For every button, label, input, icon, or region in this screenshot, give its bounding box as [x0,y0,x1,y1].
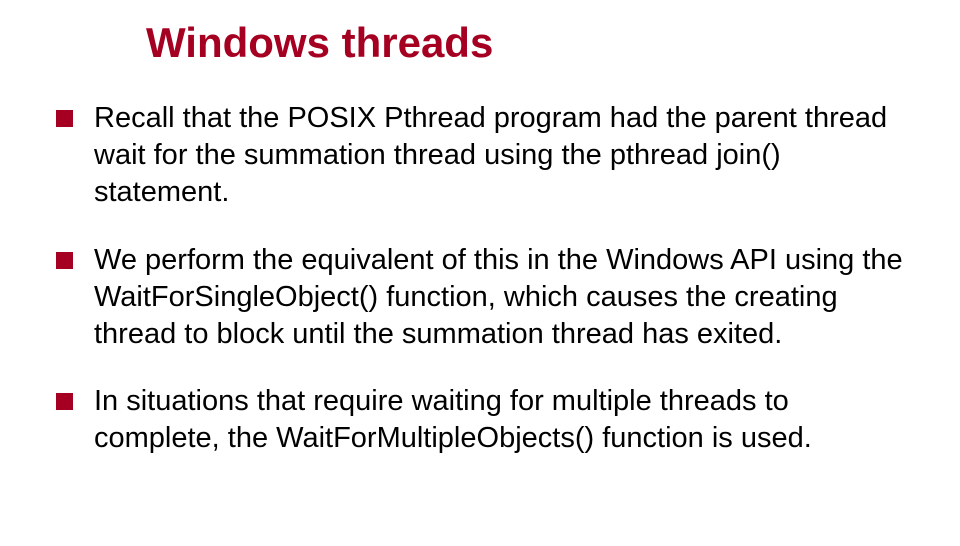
list-item: In situations that require waiting for m… [56,383,912,457]
bullet-list: Recall that the POSIX Pthread program ha… [56,100,912,457]
bullet-text: Recall that the POSIX Pthread program ha… [94,102,887,208]
bullet-text: We perform the equivalent of this in the… [94,244,903,350]
slide-title: Windows threads [146,20,912,66]
bullet-text: In situations that require waiting for m… [94,385,812,454]
bullet-square-icon [56,393,73,410]
list-item: Recall that the POSIX Pthread program ha… [56,100,912,211]
list-item: We perform the equivalent of this in the… [56,242,912,353]
bullet-square-icon [56,110,73,127]
bullet-square-icon [56,252,73,269]
slide: Windows threads Recall that the POSIX Pt… [0,0,960,546]
